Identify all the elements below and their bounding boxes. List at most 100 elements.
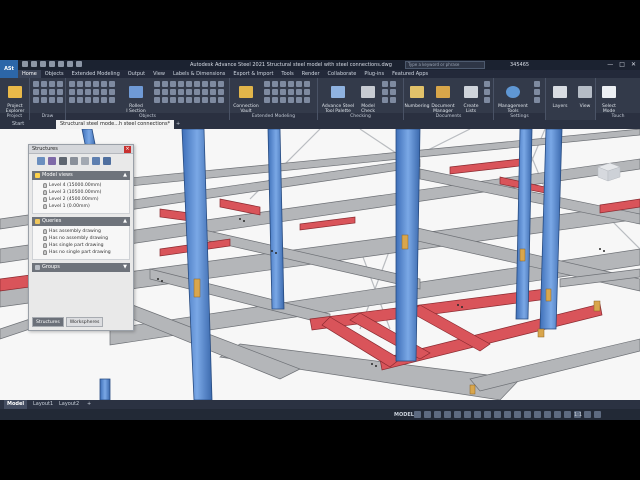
user-name[interactable]: 345465 [510, 62, 529, 68]
bulb-icon[interactable] [43, 204, 47, 209]
list-item[interactable]: Has single part drawing [33, 242, 129, 249]
tab-structures[interactable]: Structures [32, 317, 64, 327]
palette-header[interactable]: Structures × [29, 145, 133, 154]
undo-icon[interactable] [67, 61, 73, 67]
annotation-icon[interactable] [514, 411, 521, 418]
tab-objects[interactable]: Objects [41, 70, 68, 78]
add-layout-button[interactable]: + [84, 400, 94, 409]
save-as-icon[interactable] [49, 61, 55, 67]
chevron-down-icon[interactable]: ▼ [123, 263, 127, 272]
list-item[interactable]: Level 1 (0.00mm) [33, 203, 129, 210]
checking-tools[interactable] [382, 81, 396, 103]
otrack-icon[interactable] [464, 411, 471, 418]
viewcube-icon[interactable] [590, 159, 622, 183]
tab-render[interactable]: Render [298, 70, 324, 78]
grid-icon[interactable] [414, 411, 421, 418]
layers-button[interactable]: Layers [549, 81, 571, 109]
tab-drawing[interactable]: Structural steel mode...h steel connecti… [56, 120, 175, 129]
document-manager-button[interactable]: Document Manager [431, 81, 455, 114]
tab-labels-dimensions[interactable]: Labels & Dimensions [169, 70, 229, 78]
transparency-icon[interactable] [484, 411, 491, 418]
close-icon[interactable]: ✕ [631, 61, 636, 68]
annotation-scale[interactable]: 1:1 [574, 412, 582, 418]
bulb-icon[interactable] [43, 183, 47, 188]
list-item[interactable]: Level 4 (15000.00mm) [33, 182, 129, 189]
close-button[interactable]: × [124, 146, 131, 153]
tool-palette-button[interactable]: Advance Steel Tool Palette [320, 81, 356, 114]
documents-tools[interactable] [484, 81, 490, 103]
tab-start[interactable]: Start [8, 120, 28, 129]
3d-osnap-icon[interactable] [504, 411, 511, 418]
tab-export-import[interactable]: Export & Import [229, 70, 277, 78]
tab-model[interactable]: Model [4, 400, 28, 409]
save-icon[interactable] [40, 61, 46, 67]
list-item[interactable]: Has assembly drawing [33, 228, 129, 235]
help-icon[interactable] [81, 157, 89, 165]
tab-output[interactable]: Output [124, 70, 149, 78]
object-tools-right[interactable] [154, 81, 224, 103]
queries-header[interactable]: Queries ▲ [32, 217, 130, 226]
management-tools-button[interactable]: Management Tools [496, 81, 530, 114]
tab-layout2[interactable]: Layout2 [56, 400, 82, 409]
polar-icon[interactable] [444, 411, 451, 418]
search-input[interactable]: Type a keyword or phrase [405, 61, 485, 69]
minimize-icon[interactable]: — [607, 61, 613, 68]
filter-icon[interactable] [70, 157, 78, 165]
bulb-icon[interactable] [43, 250, 47, 255]
tab-layout1[interactable]: Layout1 [30, 400, 56, 409]
snap-icon[interactable] [424, 411, 431, 418]
model-viewport[interactable]: Structures × Model views ▲ Level 4 (1500… [0, 129, 640, 400]
view-button[interactable]: View [576, 81, 594, 109]
bulb-icon[interactable] [43, 243, 47, 248]
create-lists-button[interactable]: Create Lists [460, 81, 482, 114]
ortho-icon[interactable] [434, 411, 441, 418]
redo-icon[interactable] [76, 61, 82, 67]
workspace-gear-icon[interactable] [524, 411, 531, 418]
list-item[interactable]: Level 3 (10500.00mm) [33, 189, 129, 196]
tab-view[interactable]: View [149, 70, 169, 78]
clean-screen-icon[interactable] [584, 411, 591, 418]
new-icon[interactable] [22, 61, 28, 67]
project-explorer-button[interactable]: Project Explorer [3, 81, 27, 114]
extended-modeling-tools[interactable] [264, 81, 310, 103]
tab-workspheres[interactable]: Workspheres [65, 317, 104, 327]
lineweight-icon[interactable] [474, 411, 481, 418]
groups-header[interactable]: Groups ▼ [32, 263, 130, 272]
list-item[interactable]: Level 2 (4500.00mm) [33, 196, 129, 203]
units-icon[interactable] [544, 411, 551, 418]
bulb-icon[interactable] [43, 236, 47, 241]
quick-access-toolbar[interactable] [22, 61, 82, 69]
osnap-icon[interactable] [454, 411, 461, 418]
user-group-icon[interactable] [48, 157, 56, 165]
tab-tools[interactable]: Tools [277, 70, 297, 78]
open-icon[interactable] [31, 61, 37, 67]
structures-palette[interactable]: Structures × Model views ▲ Level 4 (1500… [28, 144, 134, 331]
cube-icon[interactable] [37, 157, 45, 165]
rolled-i-section-button[interactable]: Rolled I Section [122, 81, 150, 114]
numbering-button[interactable]: Numbering [404, 81, 430, 109]
level-icon[interactable] [59, 157, 67, 165]
app-logo[interactable]: ASt [0, 60, 18, 78]
selection-cycling-icon[interactable] [494, 411, 501, 418]
select-mode-button[interactable]: Select Mode [598, 81, 620, 114]
bulb-icon[interactable] [43, 197, 47, 202]
maximize-icon[interactable]: □ [619, 61, 625, 68]
customization-icon[interactable] [594, 411, 601, 418]
tab-home[interactable]: Home [18, 70, 41, 78]
quick-properties-icon[interactable] [554, 411, 561, 418]
tab-extended-modeling[interactable]: Extended Modeling [68, 70, 124, 78]
bulb-icon[interactable] [43, 190, 47, 195]
list-item[interactable]: Has no single part drawing [33, 249, 129, 256]
model-check-button[interactable]: Model Check [358, 81, 378, 114]
tab-plug-ins[interactable]: Plug-ins [360, 70, 388, 78]
model-space-toggle[interactable]: MODEL [394, 412, 414, 418]
bulb-icon[interactable] [43, 229, 47, 234]
isolate-icon[interactable] [564, 411, 571, 418]
annotation-monitor-icon[interactable] [534, 411, 541, 418]
object-tools-left[interactable] [69, 81, 115, 103]
settings-tools[interactable] [534, 81, 540, 103]
settings-icon[interactable] [103, 157, 111, 165]
person-icon[interactable] [92, 157, 100, 165]
chevron-up-icon[interactable]: ▲ [123, 171, 127, 180]
new-tab-button[interactable]: + [172, 120, 184, 129]
